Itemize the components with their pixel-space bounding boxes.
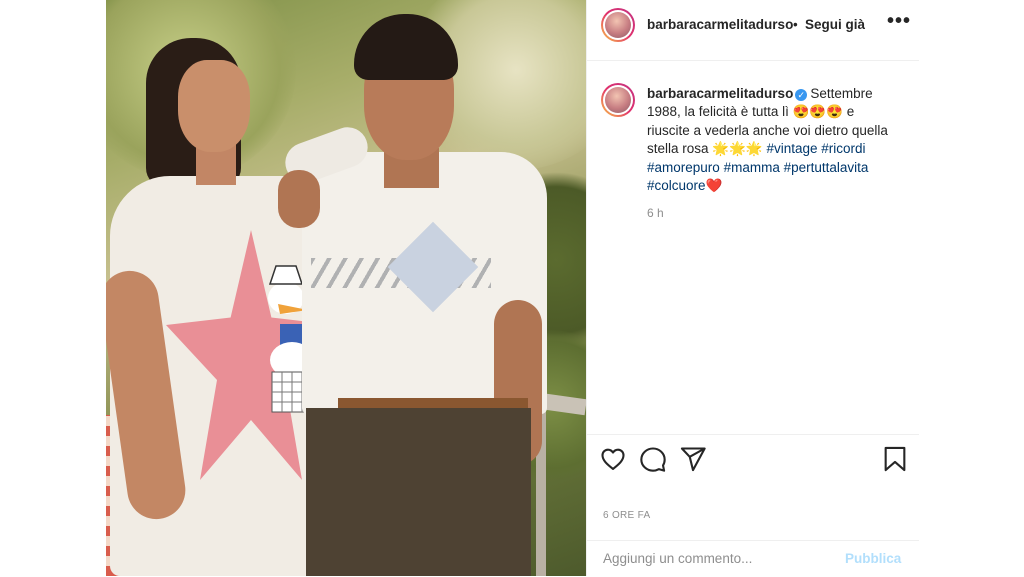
action-bar	[587, 434, 919, 485]
caption-username-link[interactable]: barbaracarmelitadurso	[647, 86, 793, 101]
post-timestamp[interactable]: 6 ORE FA	[603, 510, 650, 521]
red-heart-emoji: ❤️	[705, 178, 723, 194]
avatar[interactable]	[601, 8, 635, 42]
hashtag-link[interactable]: #vintage	[766, 141, 817, 156]
hashtag-link[interactable]: #amorepuro	[647, 160, 720, 175]
caption-avatar[interactable]	[601, 83, 635, 117]
header-separator: •	[793, 17, 798, 32]
caption-timestamp[interactable]: 6 h	[647, 206, 664, 220]
hashtag-link[interactable]: #pertuttalavita	[784, 160, 869, 175]
comment-icon[interactable]	[639, 445, 667, 473]
heart-eyes-emoji: 😍😍😍	[792, 104, 844, 120]
publish-button[interactable]: Pubblica	[845, 551, 901, 566]
woman-face	[178, 60, 250, 152]
comment-input[interactable]: Aggiungi un commento...	[603, 551, 752, 566]
header-username-link[interactable]: barbaracarmelitadurso	[647, 17, 793, 32]
heart-icon[interactable]	[599, 445, 627, 473]
following-button[interactable]: Segui già	[805, 17, 865, 32]
star-emoji: 🌟🌟🌟	[712, 141, 763, 157]
hashtag-link[interactable]: #colcuore	[647, 178, 706, 193]
more-horizontal-icon[interactable]: •••	[887, 10, 911, 33]
caption-text: barbaracarmelitadurso ✓ Settembre 1988, la…	[647, 85, 899, 195]
paper-plane-icon[interactable]	[679, 445, 707, 473]
post-sidebar: barbaracarmelitadurso • Segui già ••• ba…	[586, 0, 919, 576]
man-hand	[278, 170, 320, 228]
post-photo[interactable]	[106, 0, 586, 576]
bookmark-icon[interactable]	[881, 445, 909, 473]
man-trousers	[306, 408, 531, 576]
verified-badge-icon: ✓	[795, 89, 808, 101]
hashtag-link[interactable]: #mamma	[724, 160, 780, 175]
comment-bar: Aggiungi un commento... Pubblica	[587, 540, 919, 577]
hashtag-link[interactable]: #ricordi	[821, 141, 865, 156]
post-header: barbaracarmelitadurso • Segui già •••	[587, 0, 919, 61]
instagram-post: barbaracarmelitadurso • Segui già ••• ba…	[106, 0, 919, 576]
